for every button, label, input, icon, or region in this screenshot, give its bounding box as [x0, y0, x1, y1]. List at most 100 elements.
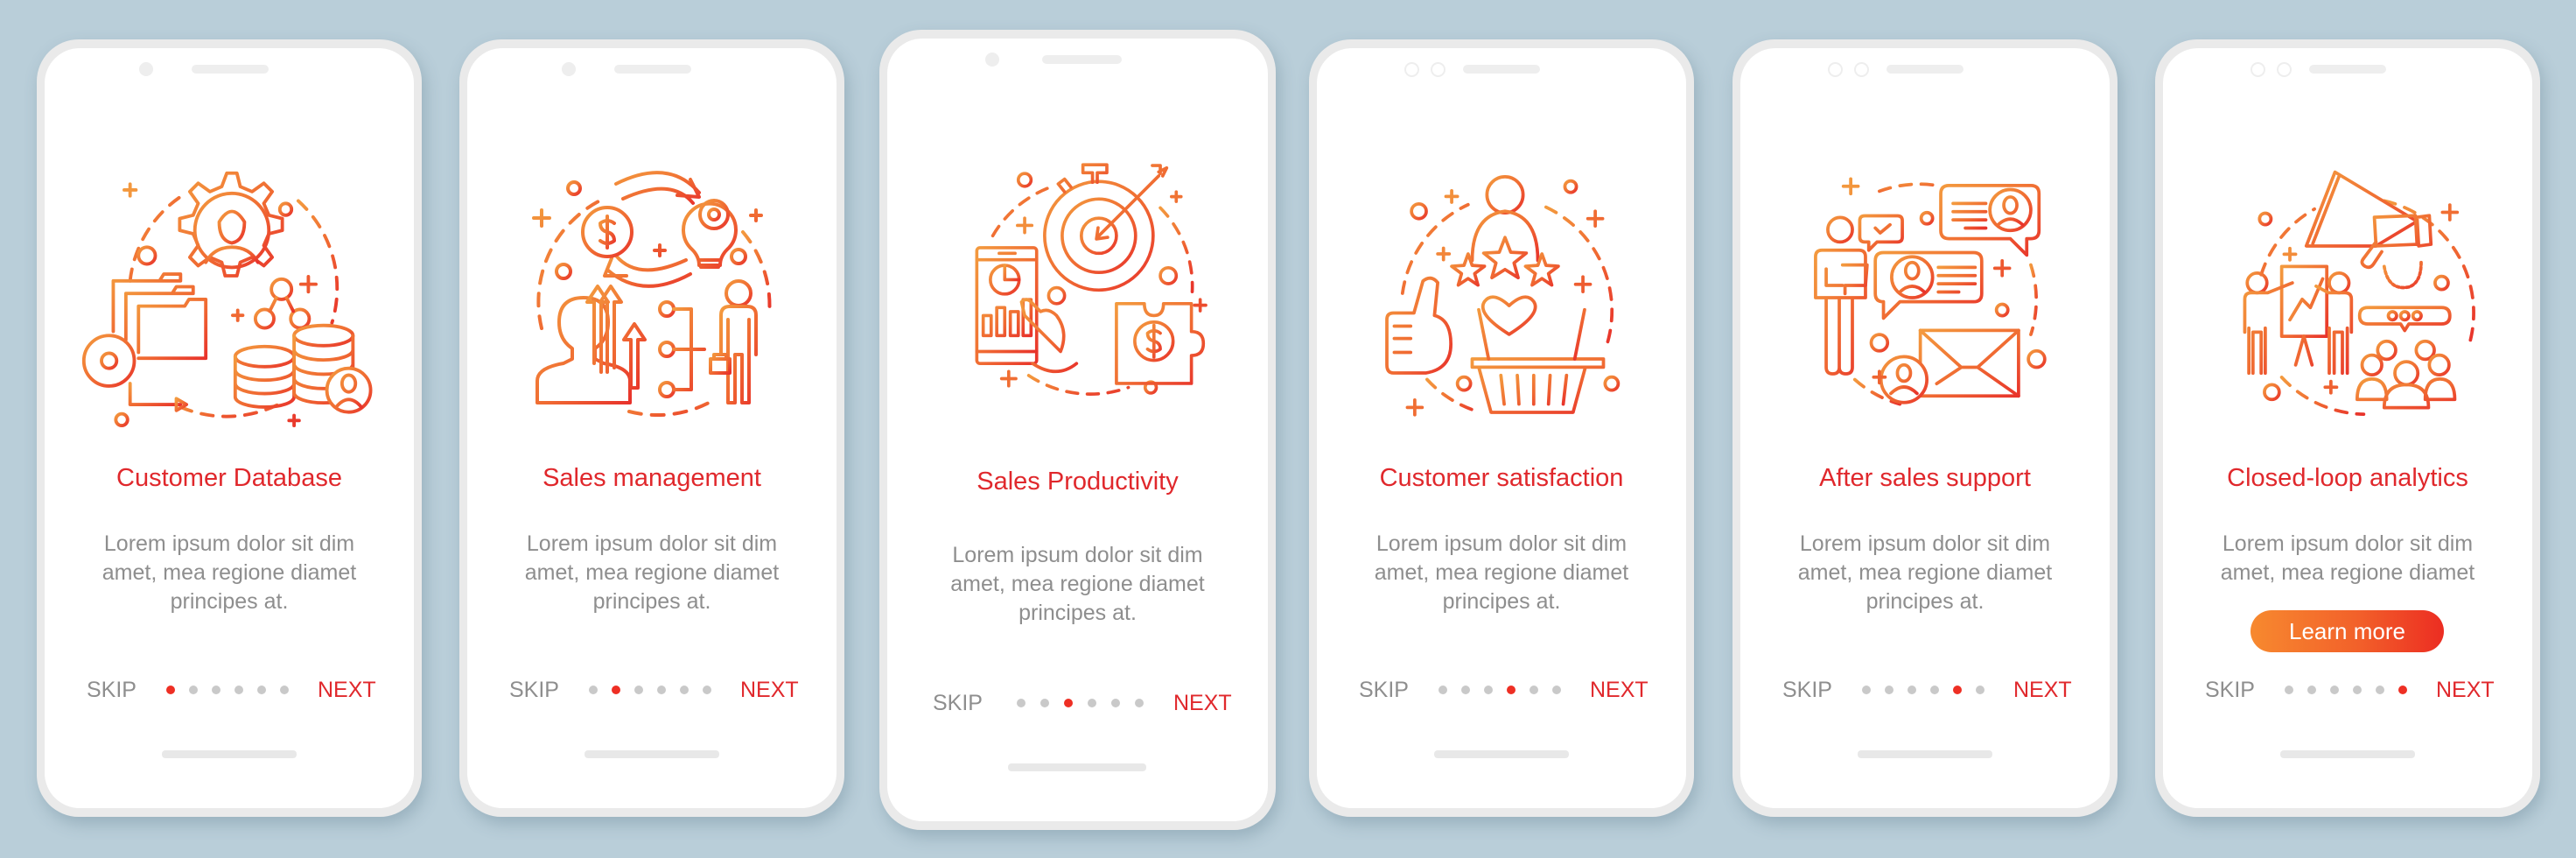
screen-description: Lorem ipsum dolor sit dim amet, mea regi… — [467, 530, 836, 616]
home-indicator — [584, 750, 719, 758]
screen-title: Closed-loop analytics — [2227, 464, 2468, 492]
next-button[interactable]: NEXT — [2436, 677, 2495, 703]
description-line: Lorem ipsum dolor sit dim — [2222, 531, 2474, 556]
screen-description: Lorem ipsum dolor sit dim amet, mea regi… — [887, 541, 1268, 628]
camera-dot — [562, 62, 576, 76]
description-line: Lorem ipsum dolor sit dim — [952, 543, 1203, 567]
page-indicator — [166, 686, 290, 694]
description-line: Lorem ipsum dolor sit dim — [103, 531, 355, 556]
customer-database-illustration — [80, 158, 382, 438]
description-line: amet, mea regione diamet — [1374, 560, 1629, 585]
page-dot-4[interactable] — [1930, 686, 1939, 694]
page-dot-4[interactable] — [1088, 699, 1096, 707]
page-dot-4[interactable] — [2353, 686, 2362, 694]
phone-screen: Sales management Lorem ipsum dolor sit d… — [467, 48, 836, 808]
next-button[interactable]: NEXT — [2013, 677, 2072, 703]
page-indicator — [1017, 699, 1144, 707]
description-line: Lorem ipsum dolor sit dim — [1799, 531, 2051, 556]
customer-satisfaction-illustration — [1378, 162, 1632, 425]
sensor-ring — [1431, 62, 1446, 77]
home-indicator — [162, 750, 297, 758]
page-dot-4[interactable] — [234, 686, 243, 694]
skip-button[interactable]: SKIP — [2205, 677, 2255, 703]
description-line: amet, mea regione diamet — [524, 560, 780, 585]
page-dot-2[interactable] — [1885, 686, 1894, 694]
page-dot-6-active[interactable] — [2398, 686, 2407, 694]
skip-button[interactable]: SKIP — [509, 677, 559, 703]
skip-button[interactable]: SKIP — [1359, 677, 1409, 703]
page-dot-6[interactable] — [1976, 686, 1984, 694]
speaker-bar — [614, 65, 691, 74]
page-dot-2[interactable] — [1040, 699, 1049, 707]
page-dot-2-active[interactable] — [612, 686, 620, 694]
page-dot-6[interactable] — [703, 686, 711, 694]
phone-screen: Customer satisfaction Lorem ipsum dolor … — [1317, 48, 1686, 808]
camera-ring — [1828, 62, 1843, 77]
phone-screen: Closed-loop analytics Lorem ipsum dolor … — [2163, 48, 2532, 808]
next-button[interactable]: NEXT — [1173, 690, 1232, 716]
page-dot-3[interactable] — [2330, 686, 2339, 694]
page-dot-3[interactable] — [1908, 686, 1916, 694]
screen-description: Lorem ipsum dolor sit dim amet, mea regi… — [2163, 530, 2532, 587]
onboarding-phone-1: Customer Database Lorem ipsum dolor sit … — [37, 39, 422, 817]
screen-title: Customer satisfaction — [1379, 464, 1624, 492]
page-dot-3[interactable] — [1484, 686, 1493, 694]
screen-description: Lorem ipsum dolor sit dim amet, mea regi… — [1317, 530, 1686, 616]
page-dot-1[interactable] — [1017, 699, 1026, 707]
screen-title: Sales management — [542, 464, 761, 492]
next-button[interactable]: NEXT — [740, 677, 799, 703]
page-indicator — [589, 686, 713, 694]
next-button[interactable]: NEXT — [1590, 677, 1648, 703]
page-dot-3-active[interactable] — [1064, 699, 1073, 707]
learn-more-button[interactable]: Learn more — [2250, 610, 2444, 652]
onboarding-phone-2: Sales management Lorem ipsum dolor sit d… — [459, 39, 844, 817]
page-dot-5[interactable] — [2376, 686, 2384, 694]
page-dot-6[interactable] — [1135, 699, 1144, 707]
onboarding-controls: SKIP NEXT — [1317, 677, 1686, 703]
skip-button[interactable]: SKIP — [87, 677, 136, 703]
speaker-bar — [192, 65, 269, 74]
skip-button[interactable]: SKIP — [933, 690, 983, 716]
onboarding-controls: SKIP NEXT — [2163, 677, 2532, 703]
page-dot-6[interactable] — [1552, 686, 1561, 694]
home-indicator — [1008, 763, 1146, 771]
page-dot-2[interactable] — [2307, 686, 2316, 694]
page-dot-1-active[interactable] — [166, 686, 175, 694]
page-dot-5[interactable] — [1530, 686, 1538, 694]
page-dot-4-active[interactable] — [1507, 686, 1516, 694]
onboarding-phone-5: After sales support Lorem ipsum dolor si… — [1732, 39, 2118, 817]
speaker-bar — [2309, 65, 2386, 74]
page-dot-1[interactable] — [1438, 686, 1447, 694]
onboarding-phone-3: Sales Productivity Lorem ipsum dolor sit… — [879, 30, 1276, 830]
page-dot-1[interactable] — [589, 686, 598, 694]
onboarding-controls: SKIP NEXT — [45, 677, 414, 703]
sales-management-illustration — [520, 162, 782, 425]
camera-dot — [139, 62, 153, 76]
page-dot-5[interactable] — [680, 686, 689, 694]
speaker-bar — [1886, 65, 1964, 74]
onboarding-controls: SKIP NEXT — [1740, 677, 2110, 703]
page-dot-2[interactable] — [189, 686, 198, 694]
skip-button[interactable]: SKIP — [1782, 677, 1832, 703]
phone-screen: Customer Database Lorem ipsum dolor sit … — [45, 48, 414, 808]
camera-ring — [2250, 62, 2265, 77]
description-line: principes at. — [1442, 589, 1561, 614]
page-dot-1[interactable] — [1862, 686, 1871, 694]
description-line: amet, mea regione diamet — [2220, 560, 2475, 585]
page-dot-3[interactable] — [634, 686, 643, 694]
page-dot-5-active[interactable] — [1953, 686, 1962, 694]
onboarding-controls: SKIP NEXT — [887, 690, 1268, 716]
description-line: amet, mea regione diamet — [102, 560, 357, 585]
page-dot-5[interactable] — [1111, 699, 1120, 707]
next-button[interactable]: NEXT — [318, 677, 376, 703]
home-indicator — [1858, 750, 1992, 758]
screen-title: Sales Productivity — [976, 468, 1179, 496]
page-dot-2[interactable] — [1461, 686, 1470, 694]
page-dot-5[interactable] — [257, 686, 266, 694]
page-dot-6[interactable] — [280, 686, 289, 694]
page-dot-3[interactable] — [212, 686, 220, 694]
camera-dot — [985, 53, 999, 67]
page-dot-1[interactable] — [2285, 686, 2293, 694]
description-line: amet, mea regione diamet — [950, 572, 1205, 596]
page-dot-4[interactable] — [657, 686, 666, 694]
